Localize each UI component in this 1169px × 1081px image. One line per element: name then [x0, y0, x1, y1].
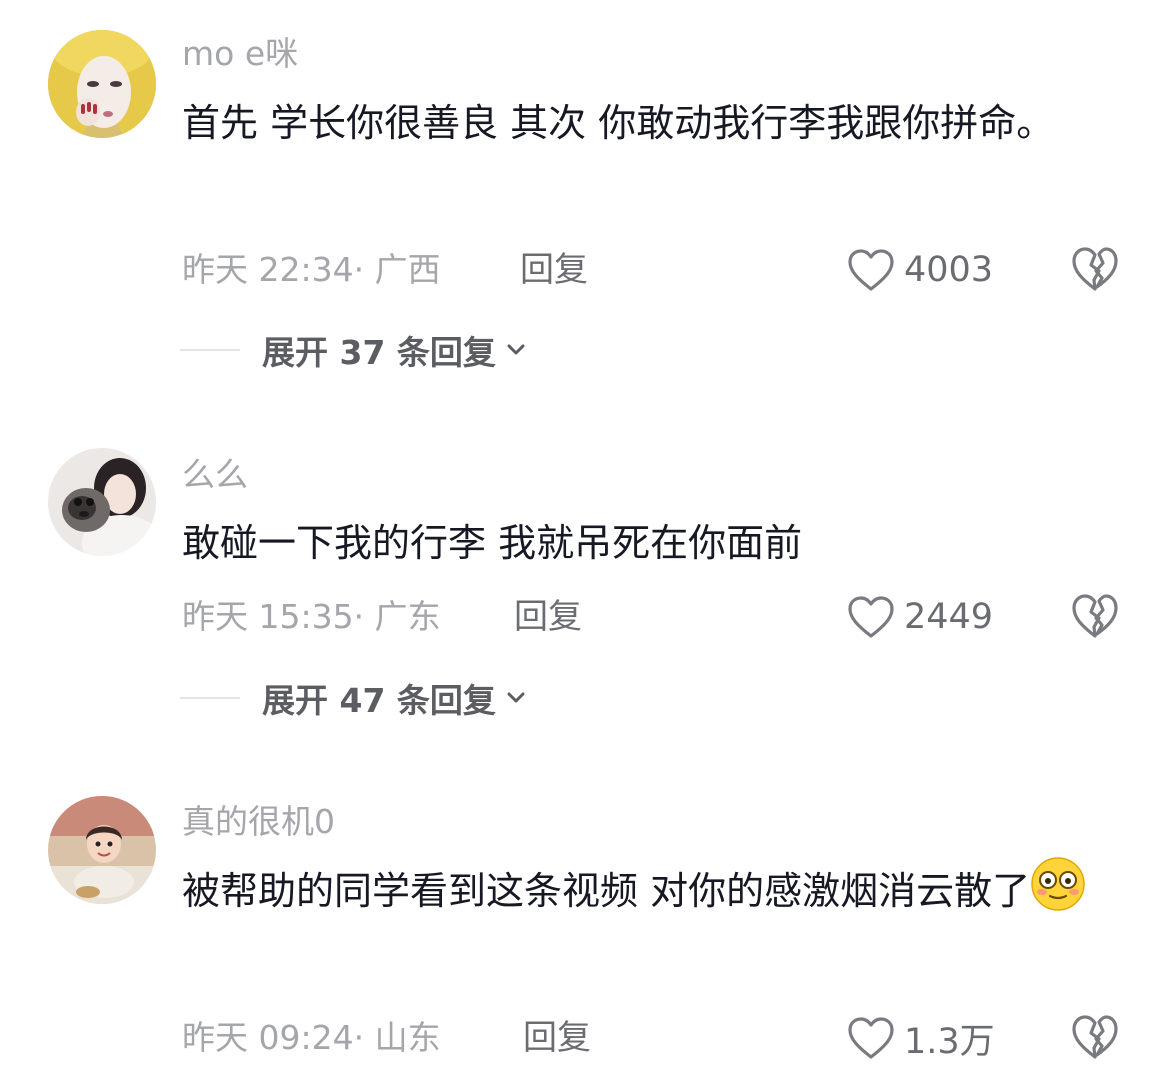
avatar[interactable]	[48, 448, 156, 556]
chevron-down-icon	[507, 344, 525, 355]
heart-outline-icon	[848, 596, 894, 638]
comment-text-body: 被帮助的同学看到这条视频 对你的感激烟消云散了	[182, 869, 1031, 913]
avatar[interactable]	[48, 796, 156, 904]
reply-button[interactable]: 回复	[523, 1018, 591, 1058]
comment-text: 敢碰一下我的行李 我就吊死在你面前	[182, 521, 803, 565]
avatar-image	[48, 448, 156, 556]
comment-timestamp-location: 昨天 09:24· 山东	[182, 1018, 441, 1057]
divider-line	[180, 697, 240, 699]
flushed-face-emoji	[1031, 857, 1085, 911]
like-button[interactable]: 2449	[846, 591, 993, 643]
comment-username[interactable]: 真的很机0	[182, 802, 335, 842]
dislike-button[interactable]	[1070, 1013, 1120, 1061]
expand-replies-button[interactable]: 展开 37 条回复	[180, 328, 528, 372]
heart-outline-icon	[848, 1017, 894, 1059]
broken-heart-icon	[1072, 247, 1118, 291]
reply-button[interactable]: 回复	[520, 250, 588, 290]
comment-timestamp-location: 昨天 22:34· 广西	[182, 250, 441, 289]
divider-line	[180, 349, 240, 351]
like-count: 2449	[904, 597, 994, 637]
broken-heart-icon	[1072, 594, 1118, 638]
avatar-image	[48, 30, 156, 138]
heart-outline-icon	[848, 249, 894, 291]
like-count: 1.3万	[904, 1021, 995, 1062]
comment-username[interactable]: 么么	[182, 455, 248, 495]
comment-timestamp-location: 昨天 15:35· 广东	[182, 597, 441, 636]
like-button[interactable]: 4003	[846, 244, 993, 296]
expand-replies-button[interactable]: 展开 47 条回复	[180, 676, 528, 720]
expand-replies-label: 展开 37 条回复	[262, 333, 496, 372]
avatar[interactable]	[48, 30, 156, 138]
chevron-down-icon	[507, 692, 525, 703]
like-button[interactable]: 1.3万	[846, 1012, 995, 1064]
comment-username[interactable]: mo e咪	[182, 34, 298, 74]
avatar-image	[48, 796, 156, 904]
comment-item: 么么 敢碰一下我的行李 我就吊死在你面前 昨天 15:35· 广东 回复 244…	[0, 400, 1169, 750]
comment-item: 真的很机0 被帮助的同学看到这条视频 对你的感激烟消云散了 昨天 09:24· …	[0, 750, 1169, 1081]
comment-text: 首先 学长你很善良 其次 你敢动我行李我跟你拼命。	[182, 101, 1055, 145]
like-count: 4003	[904, 250, 994, 290]
dislike-button[interactable]	[1070, 592, 1120, 640]
reply-button[interactable]: 回复	[514, 597, 582, 637]
comment-item: mo e咪 首先 学长你很善良 其次 你敢动我行李我跟你拼命。 昨天 22:34…	[0, 0, 1169, 400]
broken-heart-icon	[1072, 1015, 1118, 1059]
expand-replies-label: 展开 47 条回复	[262, 681, 496, 720]
dislike-button[interactable]	[1070, 245, 1120, 293]
comment-text: 被帮助的同学看到这条视频 对你的感激烟消云散了	[182, 852, 1122, 930]
